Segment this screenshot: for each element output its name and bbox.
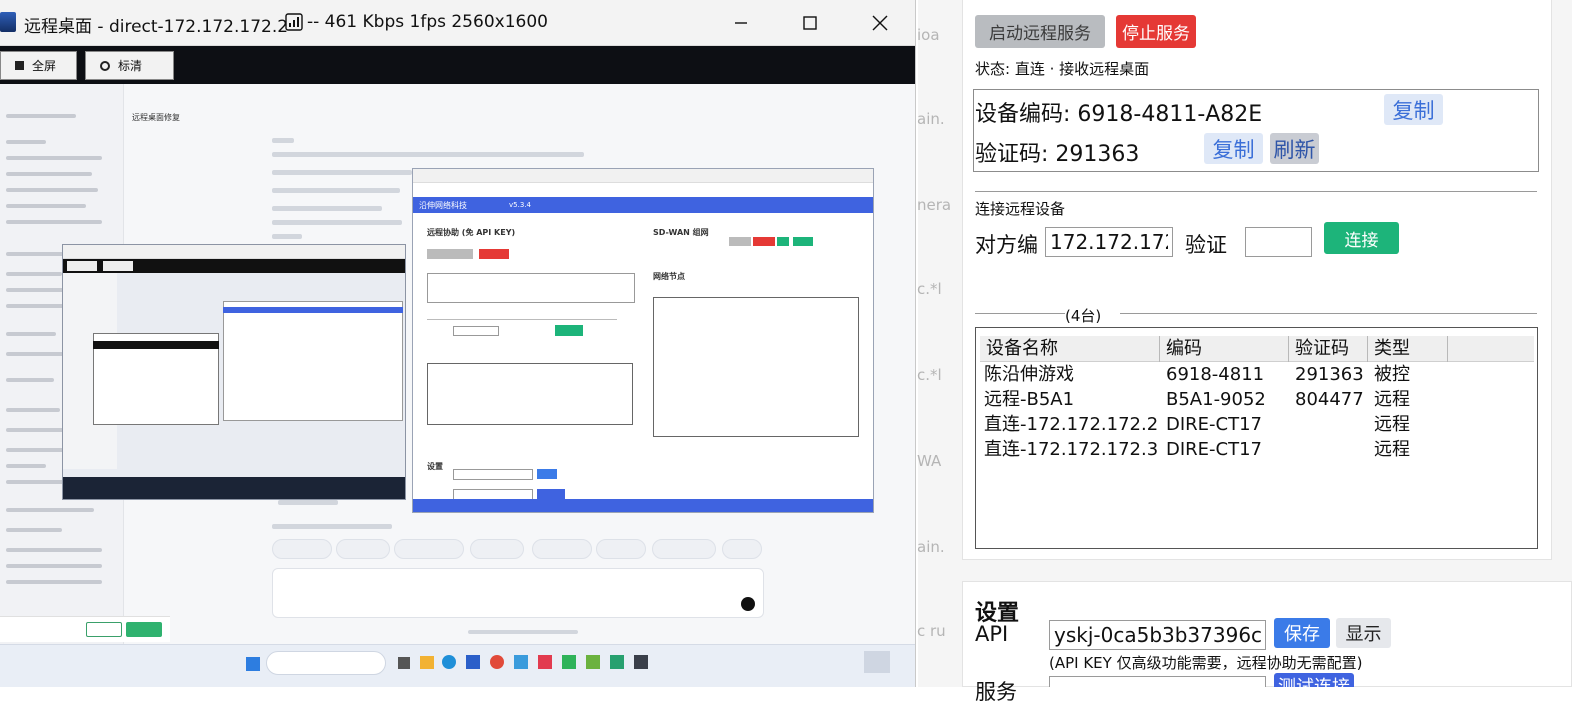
connect-button[interactable]: 连接 [1324, 222, 1399, 254]
api-key-input[interactable] [1049, 620, 1266, 650]
table-row[interactable]: 直连-172.172.172.3 DIRE-CT17 远程 [976, 437, 1537, 462]
signal-icon [285, 13, 303, 31]
save-api-button[interactable]: 保存 [1274, 618, 1330, 648]
verify-code: 验证码: 291363 [975, 142, 1140, 167]
api-label: API [975, 622, 1009, 646]
remote-toolbar: 全屏 标清 [0, 46, 915, 84]
test-connection-label: 测试连接 [1274, 673, 1354, 687]
taskbar-search [266, 651, 386, 675]
cut-text-1: ioa [917, 26, 940, 44]
service-status: 状态: 直连 · 接收远程桌面 [975, 60, 1150, 78]
show-api-button[interactable]: 显示 [1336, 618, 1391, 648]
maximize-icon [803, 16, 817, 30]
col-type[interactable]: 类型 [1368, 336, 1448, 362]
close-button[interactable] [845, 0, 915, 46]
cell-name: 直连-172.172.172.3 [984, 439, 1159, 460]
test-connection-button[interactable]: 测试连接 [1274, 673, 1354, 687]
stop-service-button[interactable]: 停止服务 [1116, 15, 1196, 48]
cell-name: 远程-B5A1 [984, 389, 1075, 410]
remote-chat-input [272, 568, 764, 618]
start-service-button[interactable]: 启动远程服务 [975, 15, 1105, 48]
col-code[interactable]: 编码 [1160, 336, 1289, 362]
nested-remote-title: 远程协助 (免 API KEY) [427, 228, 516, 237]
peer-verify-label: 验证 [1185, 233, 1227, 257]
remote-screen[interactable]: 远程桌面修复 沿伸网络科技 v5.3.4 远程协助 (免 API KEY) SD… [0, 84, 915, 644]
copy-device-code-button[interactable]: 复制 [1384, 94, 1443, 125]
device-code: 设备编码: 6918-4811-A82E [975, 102, 1263, 127]
table-row[interactable]: 远程-B5A1 B5A1-9052 804477 远程 [976, 387, 1537, 412]
remote-taskbar [0, 644, 915, 687]
windows-start-icon [246, 657, 260, 671]
cell-code: 6918-4811 [1166, 364, 1265, 385]
minimize-button[interactable] [706, 0, 776, 46]
peer-code-label: 对方编 [975, 233, 1038, 257]
cell-name: 陈沿伸游戏 [984, 364, 1074, 385]
maximize-button[interactable] [775, 0, 845, 46]
quality-label: 标清 [118, 59, 143, 73]
cell-type: 被控 [1374, 364, 1410, 385]
cut-text-4: c.*l [917, 280, 942, 298]
api-note: (API KEY 仅高级功能需要，远程协助无需配置) [1049, 654, 1363, 672]
cut-text-5: c.*l [917, 366, 942, 384]
cell-code: DIRE-CT17 [1166, 414, 1263, 435]
peer-verify-input[interactable] [1245, 227, 1312, 257]
cut-text-6: WA [917, 452, 942, 470]
nested-network-nodes: 网络节点 [653, 272, 685, 281]
cell-type: 远程 [1374, 439, 1410, 460]
nested-settings: 设置 [427, 462, 443, 471]
refresh-verify-code-button[interactable]: 刷新 [1270, 133, 1319, 164]
device-list-divider-right [1120, 313, 1537, 314]
cell-code: B5A1-9052 [1166, 389, 1266, 410]
app-icon [0, 12, 16, 32]
col-verify[interactable]: 验证码 [1289, 336, 1368, 362]
cut-text-7: ain. [917, 538, 945, 556]
cut-text-8: c ru [917, 622, 946, 640]
minimize-icon [735, 22, 747, 24]
fullscreen-button[interactable]: 全屏 [0, 51, 77, 80]
device-list-divider-left [975, 313, 1065, 314]
connect-section-title: 连接远程设备 [975, 200, 1066, 218]
cell-type: 远程 [1374, 414, 1410, 435]
cell-code: DIRE-CT17 [1166, 439, 1263, 460]
device-count: (4台) [1065, 307, 1102, 325]
nested-app-version: v5.3.4 [509, 201, 531, 209]
service-label: 服务 [975, 680, 1017, 704]
remote-desktop-window: 远程桌面 - direct-172.172.172.2 -- 461 Kbps … [0, 0, 916, 687]
connection-stats: -- 461 Kbps 1fps 2560x1600 [307, 12, 548, 32]
fullscreen-icon [15, 61, 24, 70]
remote-chat-header: 远程桌面修复 [132, 113, 180, 122]
col-device-name[interactable]: 设备名称 [980, 336, 1160, 362]
peer-code-input[interactable] [1045, 227, 1173, 257]
quality-button[interactable]: 标清 [85, 51, 174, 80]
remote-window-title: 远程桌面 - direct-172.172.172.2 [24, 17, 289, 37]
service-url-input[interactable] [1049, 676, 1266, 687]
cell-type: 远程 [1374, 389, 1410, 410]
device-table-header: 设备名称 编码 验证码 类型 [980, 336, 1534, 362]
copy-verify-code-button[interactable]: 复制 [1204, 133, 1263, 164]
remote-window-titlebar[interactable]: 远程桌面 - direct-172.172.172.2 -- 461 Kbps … [0, 0, 915, 46]
section-divider [975, 191, 1537, 192]
fullscreen-label: 全屏 [32, 59, 57, 73]
device-table: 设备名称 编码 验证码 类型 陈沿伸游戏 6918-4811 291363 被控… [975, 327, 1538, 549]
quality-icon [100, 60, 110, 71]
nested-recursive-window [62, 244, 406, 500]
nested-sdwan-title: SD-WAN 组网 [653, 228, 709, 237]
table-row[interactable]: 直连-172.172.172.2 DIRE-CT17 远程 [976, 412, 1537, 437]
table-row[interactable]: 陈沿伸游戏 6918-4811 291363 被控 [976, 362, 1537, 387]
nested-app-title: 沿伸网络科技 [419, 201, 467, 210]
cell-verify: 804477 [1295, 389, 1364, 410]
close-icon [872, 15, 888, 31]
nested-app-window: 沿伸网络科技 v5.3.4 远程协助 (免 API KEY) SD-WAN 组网… [412, 168, 874, 513]
cut-text-3: nera [917, 196, 952, 214]
cell-name: 直连-172.172.172.2 [984, 414, 1159, 435]
cut-text-2: ain. [917, 110, 945, 128]
cell-verify: 291363 [1295, 364, 1364, 385]
